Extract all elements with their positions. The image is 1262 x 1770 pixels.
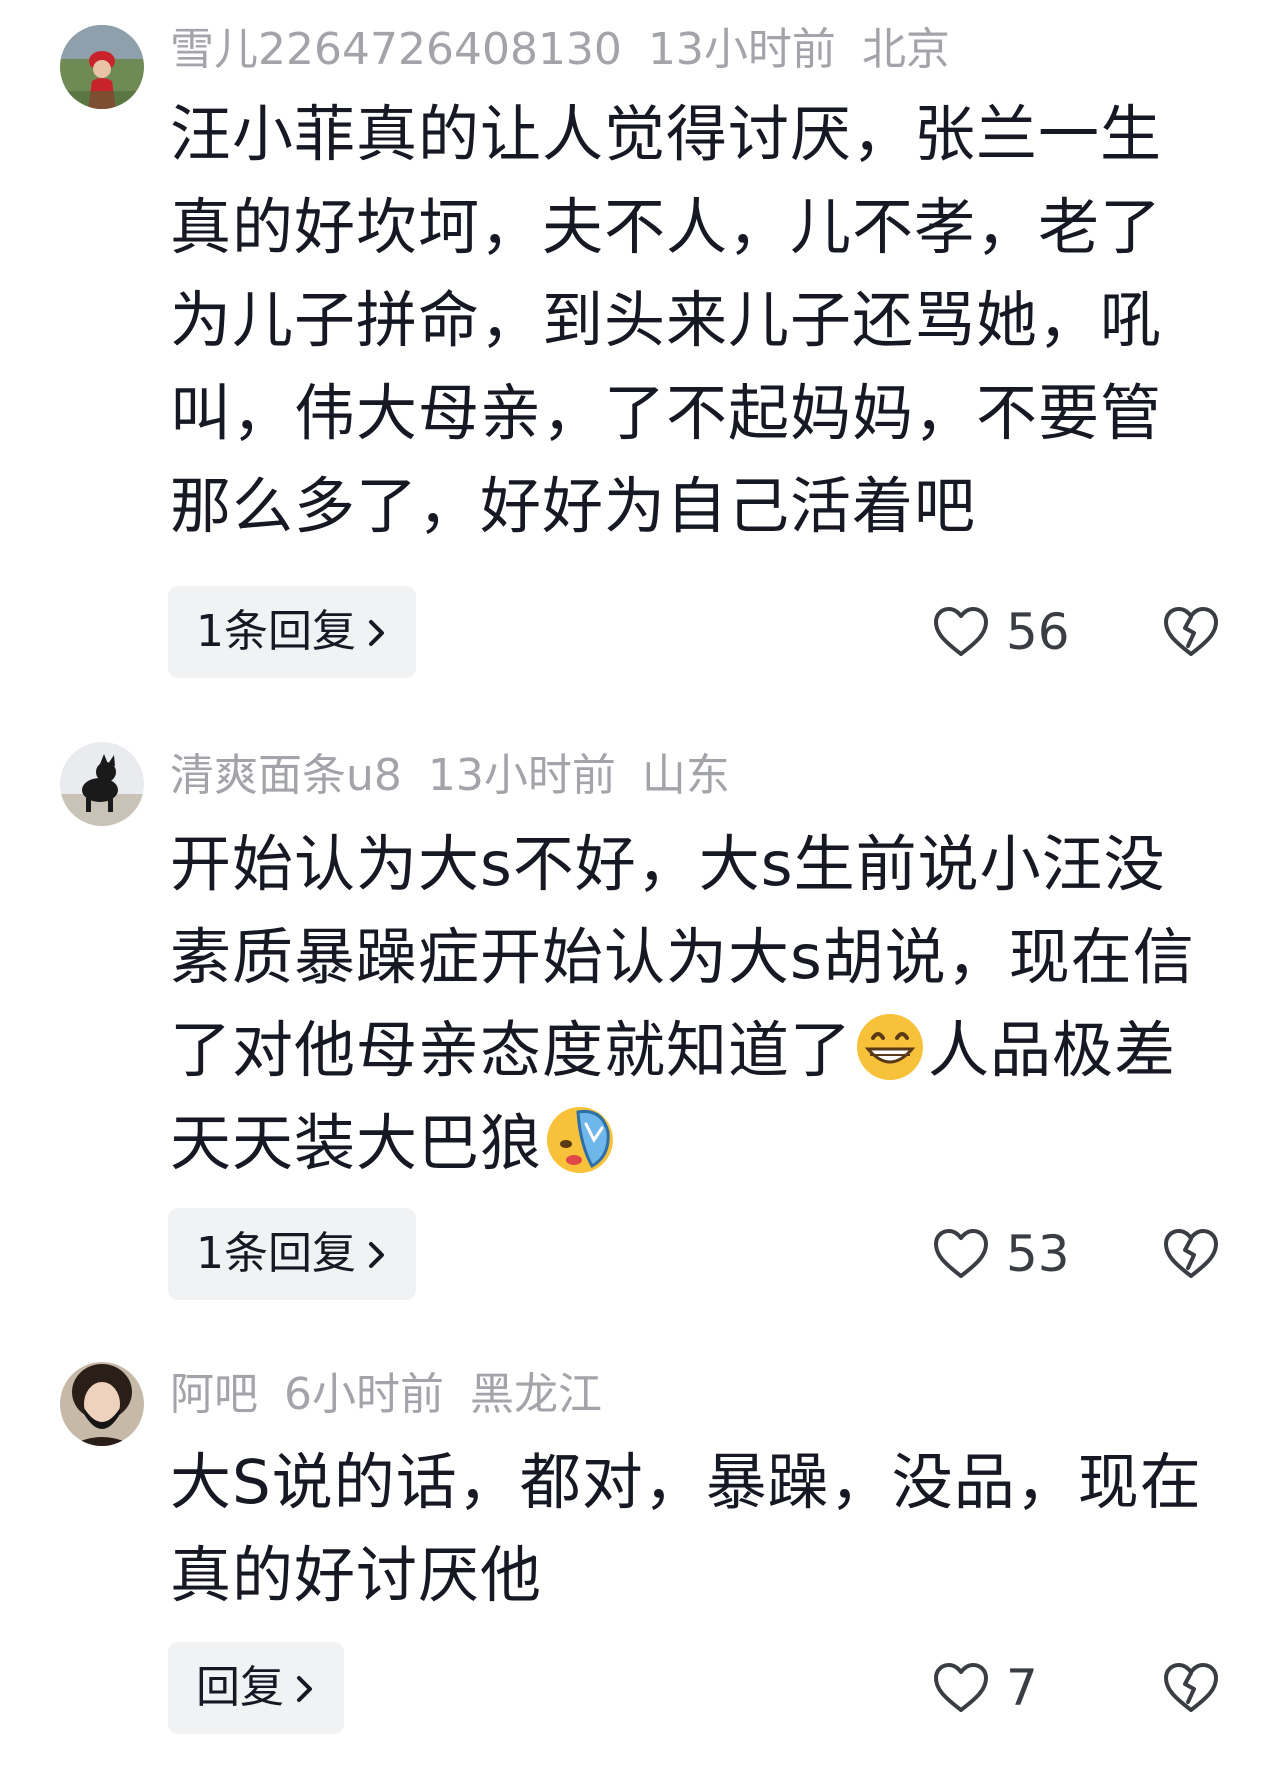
comment-segment: 天天装大巴狼 — [170, 1108, 543, 1179]
comment-line: 大S说的话，都对，暴躁，没品，现在 — [170, 1447, 1202, 1518]
comment-line: 叫，伟大母亲，了不起妈妈，不要管 — [170, 378, 1163, 449]
view-replies-button[interactable]: 1条回复 — [168, 586, 416, 678]
comment-meta: 阿吧 6小时前 黑龙江 — [170, 1367, 628, 1423]
comment-line: 天天装大巴狼 — [170, 1097, 1230, 1190]
comment-line: 开始认为大s不好，大s生前说小汪没 — [170, 829, 1166, 900]
comment-text: 大S说的话，都对，暴躁，没品，现在 真的好讨厌他 — [170, 1436, 1230, 1622]
reply-label: 1条回复 — [196, 1228, 356, 1279]
like-count: 7 — [1006, 1659, 1038, 1717]
comment-line: 真的好坎坷，夫不人，儿不孝，老了 — [170, 192, 1163, 263]
avatar[interactable] — [60, 25, 144, 109]
broken-heart-icon[interactable] — [1162, 1660, 1220, 1716]
comment-line: 素质暴躁症开始认为大s胡说，现在信 — [170, 922, 1195, 993]
comment-line: 为儿子拼命，到头来儿子还骂她，吼 — [170, 285, 1163, 356]
username[interactable]: 雪儿2264726408130 — [170, 24, 622, 75]
location: 山东 — [641, 750, 730, 801]
username[interactable]: 阿吧 — [170, 1369, 258, 1420]
comment-segment: 人品极差 — [928, 1015, 1177, 1086]
comment-line: 了对他母亲态度就知道了 人品极差 — [170, 1004, 1230, 1097]
timestamp: 6小时前 — [284, 1369, 444, 1420]
comment-list: 雪儿2264726408130 13小时前 北京 汪小菲真的让人觉得讨厌，张兰一生 … — [0, 0, 1262, 1770]
grinning-face-emoji — [857, 1014, 924, 1080]
like-button[interactable]: 53 — [932, 1208, 1070, 1300]
comment-text: 汪小菲真的让人觉得讨厌，张兰一生 真的好坎坷，夫不人，儿不孝，老了 为儿子拼命，… — [170, 88, 1230, 553]
location: 黑龙江 — [470, 1369, 602, 1420]
avatar[interactable] — [60, 742, 144, 826]
timestamp: 13小时前 — [427, 750, 616, 801]
comment-segment: 了对他母亲态度就知道了 — [170, 1015, 853, 1086]
comment-line: 汪小菲真的让人觉得讨厌，张兰一生 — [170, 99, 1163, 170]
flip-flop-emoji — [547, 1107, 614, 1173]
like-count: 56 — [1006, 603, 1070, 661]
reply-label: 1条回复 — [196, 606, 356, 657]
comment-text: 开始认为大s不好，大s生前说小汪没 素质暴躁症开始认为大s胡说，现在信 了对他母… — [170, 818, 1230, 1190]
comment-meta: 雪儿2264726408130 13小时前 北京 — [170, 22, 976, 78]
comment-meta: 清爽面条u8 13小时前 山东 — [170, 748, 756, 804]
avatar[interactable] — [60, 1362, 144, 1446]
broken-heart-icon[interactable] — [1162, 604, 1220, 660]
comment-line: 真的好讨厌他 — [170, 1540, 543, 1611]
location: 北京 — [861, 24, 950, 75]
comment-line: 那么多了，好好为自己活着吧 — [170, 471, 977, 542]
chevron-right-icon — [369, 620, 384, 646]
username[interactable]: 清爽面条u8 — [170, 750, 402, 801]
reply-button[interactable]: 回复 — [168, 1642, 344, 1734]
reply-label: 回复 — [196, 1662, 284, 1713]
view-replies-button[interactable]: 1条回复 — [168, 1208, 416, 1300]
like-button[interactable]: 7 — [932, 1642, 1038, 1734]
broken-heart-icon[interactable] — [1162, 1226, 1220, 1282]
chevron-right-icon — [369, 1242, 384, 1268]
timestamp: 13小时前 — [647, 24, 836, 75]
heart-icon — [934, 607, 988, 656]
chevron-right-icon — [297, 1676, 312, 1702]
like-count: 53 — [1006, 1225, 1070, 1283]
like-button[interactable]: 56 — [932, 586, 1070, 678]
heart-icon — [934, 1663, 988, 1712]
heart-icon — [934, 1229, 988, 1278]
